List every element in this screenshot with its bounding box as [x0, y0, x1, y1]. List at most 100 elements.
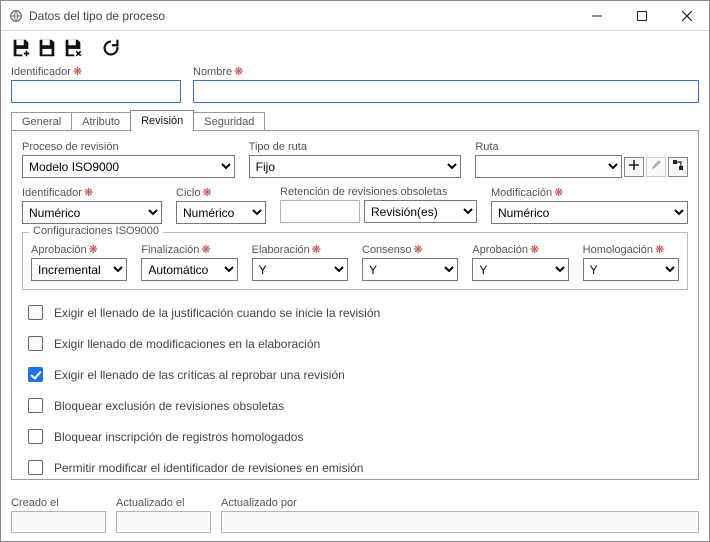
- checkbox-label: Permitir modificar el identificador de r…: [54, 461, 363, 475]
- nombre-label: Nombre ❋: [193, 65, 699, 78]
- check-permitir-modificar[interactable]: Permitir modificar el identificador de r…: [24, 457, 688, 478]
- minimize-button[interactable]: [574, 1, 619, 30]
- check-bloquear-inscripcion[interactable]: Bloquear inscripción de registros homolo…: [24, 426, 688, 447]
- tab-seguridad[interactable]: Seguridad: [193, 112, 265, 131]
- label-text: Homologación: [583, 244, 653, 256]
- close-button[interactable]: [664, 1, 709, 30]
- label-text: Finalización: [141, 244, 199, 256]
- required-icon: ❋: [414, 243, 423, 256]
- title-left: Datos del tipo de proceso: [1, 9, 574, 23]
- identificador-input[interactable]: [11, 80, 181, 103]
- iso-aprobacion1-select[interactable]: Incremental: [31, 258, 127, 281]
- label-text: Aprobación: [31, 244, 87, 256]
- modificacion-select[interactable]: Numérico: [491, 201, 688, 224]
- app-icon: [9, 9, 23, 23]
- checkbox[interactable]: [28, 367, 43, 382]
- label-text: Ciclo: [176, 187, 200, 199]
- revision-row2: Identificador ❋ Numérico Ciclo ❋ Numéric…: [22, 186, 688, 224]
- creado-el-value: [11, 511, 106, 533]
- checkbox-label: Bloquear exclusión de revisiones obsolet…: [54, 399, 284, 413]
- flow-icon: [672, 159, 684, 174]
- revision-row1: Proceso de revisión Modelo ISO9000 Tipo …: [22, 141, 688, 178]
- required-icon: ❋: [312, 243, 321, 256]
- checkbox-label: Bloquear inscripción de registros homolo…: [54, 430, 303, 444]
- tipo-ruta-select[interactable]: Fijo: [249, 155, 462, 178]
- required-icon: ❋: [234, 65, 243, 78]
- label-text: Consenso: [362, 244, 412, 256]
- window-controls: [574, 1, 709, 30]
- checkbox[interactable]: [28, 460, 43, 475]
- checkbox[interactable]: [28, 398, 43, 413]
- refresh-button[interactable]: [99, 36, 123, 60]
- required-icon: ❋: [554, 186, 563, 199]
- pencil-icon: [650, 159, 662, 174]
- ruta-select[interactable]: [475, 155, 622, 178]
- label-text: Aprobación: [472, 244, 528, 256]
- ciclo-label: Ciclo ❋: [176, 186, 266, 199]
- maximize-button[interactable]: [619, 1, 664, 30]
- iso-elaboracion-select[interactable]: Y: [252, 258, 348, 281]
- check-justificacion[interactable]: Exigir el llenado de la justificación cu…: [24, 302, 688, 323]
- actualizado-el-value: [116, 511, 211, 533]
- checkbox[interactable]: [28, 336, 43, 351]
- required-icon: ❋: [655, 243, 664, 256]
- ruta-add-button[interactable]: [624, 157, 644, 177]
- required-icon: ❋: [89, 243, 98, 256]
- header-fields: Identificador ❋ Nombre ❋: [11, 65, 699, 103]
- checkbox[interactable]: [28, 305, 43, 320]
- content-area: Identificador ❋ Nombre ❋ General Atribut…: [1, 65, 709, 497]
- plus-icon: [628, 159, 640, 174]
- retencion-qty-input[interactable]: [280, 200, 360, 223]
- tab-strip: General Atributo Revisión Seguridad: [11, 109, 699, 130]
- save-and-new-button[interactable]: [9, 36, 33, 60]
- label-text: Nombre: [193, 66, 232, 78]
- check-modificaciones[interactable]: Exigir llenado de modificaciones en la e…: [24, 333, 688, 354]
- iso9000-group-title: Configuraciones ISO9000: [29, 225, 163, 237]
- required-icon: ❋: [201, 243, 210, 256]
- iso9000-group: Configuraciones ISO9000 Aprobación❋ Incr…: [22, 232, 688, 290]
- nombre-input[interactable]: [193, 80, 699, 103]
- creado-el-label: Creado el: [11, 497, 106, 509]
- required-icon: ❋: [84, 186, 93, 199]
- required-icon: ❋: [73, 65, 82, 78]
- checkbox-label: Exigir llenado de modificaciones en la e…: [54, 337, 320, 351]
- ciclo-select[interactable]: Numérico: [176, 201, 266, 224]
- rev-identificador-select[interactable]: Numérico: [22, 201, 162, 224]
- required-icon: ❋: [530, 243, 539, 256]
- save-button[interactable]: [35, 36, 59, 60]
- check-bloquear-exclusion[interactable]: Bloquear exclusión de revisiones obsolet…: [24, 395, 688, 416]
- iso-consenso-select[interactable]: Y: [362, 258, 458, 281]
- proceso-revision-select[interactable]: Modelo ISO9000: [22, 155, 235, 178]
- ruta-edit-button[interactable]: [646, 157, 666, 177]
- retencion-label: Retención de revisiones obsoletas: [280, 186, 477, 198]
- retencion-unit-select[interactable]: Revisión(es): [364, 200, 477, 223]
- toolbar: [1, 31, 709, 65]
- footer-status: Creado el Actualizado el Actualizado por: [1, 497, 709, 541]
- iso9000-grid: Aprobación❋ Incremental Finalización❋ Au…: [31, 243, 679, 281]
- window-title: Datos del tipo de proceso: [29, 9, 165, 23]
- ruta-view-button[interactable]: [668, 157, 688, 177]
- actualizado-el-label: Actualizado el: [116, 497, 211, 509]
- identificador-label: Identificador ❋: [11, 65, 181, 78]
- required-icon: ❋: [202, 186, 211, 199]
- check-criticas[interactable]: Exigir el llenado de las críticas al rep…: [24, 364, 688, 385]
- tabs: General Atributo Revisión Seguridad Proc…: [11, 109, 699, 480]
- app-window: Datos del tipo de proceso: [0, 0, 710, 542]
- title-bar: Datos del tipo de proceso: [1, 1, 709, 31]
- actualizado-por-value: [221, 511, 699, 533]
- iso-homologacion-select[interactable]: Y: [583, 258, 679, 281]
- iso-aprobacion2-select[interactable]: Y: [472, 258, 568, 281]
- checkbox-list: Exigir el llenado de la justificación cu…: [22, 302, 688, 478]
- checkbox[interactable]: [28, 429, 43, 444]
- iso-finalizacion-select[interactable]: Automático: [141, 258, 237, 281]
- tab-general[interactable]: General: [11, 112, 72, 131]
- tab-atributo[interactable]: Atributo: [71, 112, 131, 131]
- save-and-close-button[interactable]: [61, 36, 85, 60]
- modificacion-label: Modificación ❋: [491, 186, 688, 199]
- tab-panel-revision: Proceso de revisión Modelo ISO9000 Tipo …: [11, 130, 699, 480]
- tab-revision[interactable]: Revisión: [130, 110, 194, 131]
- tipo-ruta-label: Tipo de ruta: [249, 141, 462, 153]
- label-text: Identificador: [22, 187, 82, 199]
- checkbox-label: Exigir el llenado de las críticas al rep…: [54, 368, 345, 382]
- label-text: Elaboración: [252, 244, 310, 256]
